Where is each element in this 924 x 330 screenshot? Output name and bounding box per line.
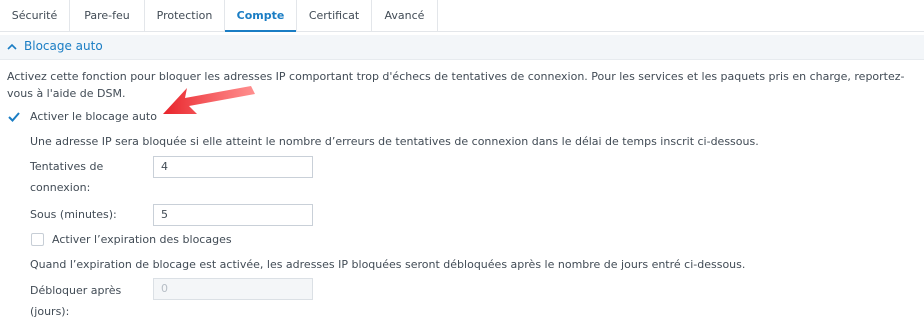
within-minutes-label: Sous (minutes): xyxy=(30,208,117,221)
unblock-after-label-line1: Débloquer après xyxy=(30,284,122,297)
unblock-after-input[interactable]: 0 xyxy=(153,278,313,300)
red-arrow-annotation xyxy=(163,86,255,114)
attempts-label-line1: Tentatives de xyxy=(30,160,104,173)
enable-expiration-label[interactable]: Activer l’expiration des blocages xyxy=(52,233,232,246)
tab-compte[interactable]: Compte xyxy=(225,0,297,32)
section-description: Activez cette fonction pour bloquer les … xyxy=(7,70,905,100)
autoblock-info-text: Une adresse IP sera bloquée si elle atte… xyxy=(30,135,759,148)
tab-securite[interactable]: Sécurité xyxy=(0,0,70,31)
tab-bar: Sécurité Pare-feu Protection Compte Cert… xyxy=(0,0,924,32)
tab-protection[interactable]: Protection xyxy=(145,0,225,31)
attempts-input[interactable]: 4 xyxy=(153,156,313,178)
expiration-info-text: Quand l’expiration de blocage est activé… xyxy=(30,258,746,271)
enable-autoblock-checkbox[interactable] xyxy=(7,110,20,123)
checkmark-icon xyxy=(8,112,20,122)
attempts-label-line2: connexion: xyxy=(30,181,91,194)
chevron-up-icon xyxy=(7,43,17,50)
section-title: Blocage auto xyxy=(24,39,103,53)
enable-autoblock-label[interactable]: Activer le blocage auto xyxy=(30,110,157,123)
tab-avance[interactable]: Avancé xyxy=(372,0,438,31)
within-minutes-input[interactable]: 5 xyxy=(153,204,313,226)
tab-certificat[interactable]: Certificat xyxy=(297,0,372,31)
unblock-after-label-line2: (jours): xyxy=(30,305,70,318)
tab-pare-feu[interactable]: Pare-feu xyxy=(70,0,145,31)
section-header-blocage-auto[interactable]: Blocage auto xyxy=(0,35,924,60)
enable-expiration-checkbox[interactable] xyxy=(31,233,44,246)
